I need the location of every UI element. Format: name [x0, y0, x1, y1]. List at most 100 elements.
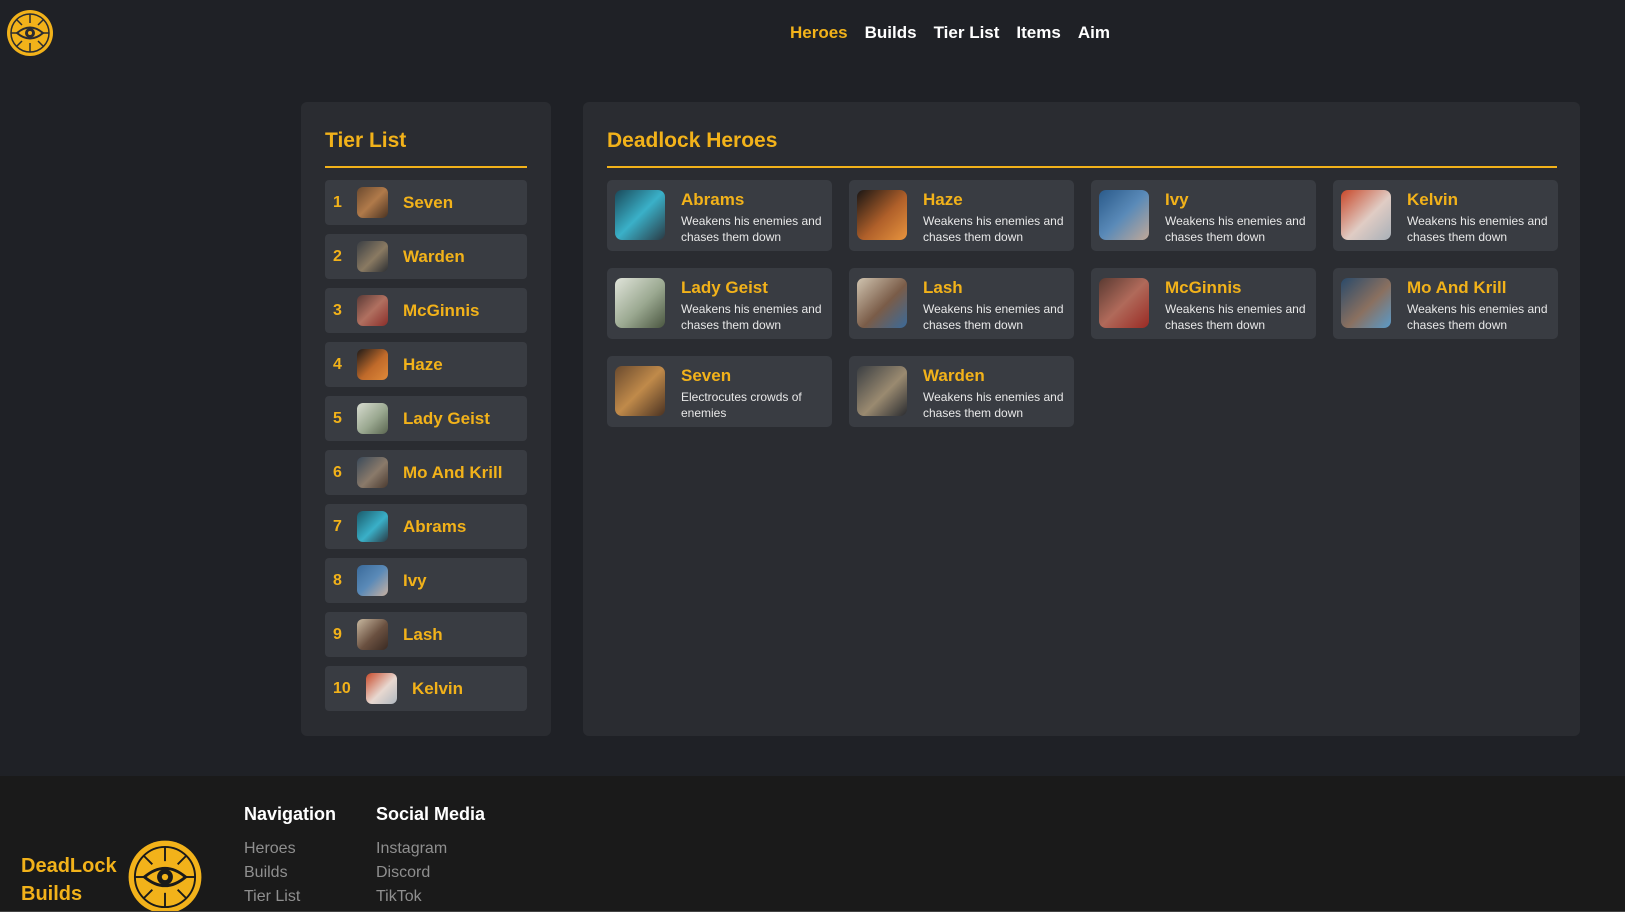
nav-items[interactable]: Items: [1016, 23, 1060, 43]
tier-item[interactable]: 3 McGinnis: [325, 288, 527, 333]
footer-brand: DeadLock Builds: [21, 852, 117, 908]
hero-description: Weakens his enemies and chases them down: [923, 390, 1064, 420]
hero-description: Weakens his enemies and chases them down: [923, 214, 1064, 244]
tier-list-title: Tier List: [325, 129, 407, 152]
footer-link-discord[interactable]: Discord: [376, 861, 485, 885]
hero-name: Ivy: [1165, 190, 1189, 209]
hero-portrait: [615, 278, 665, 328]
hero-card[interactable]: Lash Weakens his enemies and chases them…: [849, 268, 1074, 339]
main-nav: Heroes Builds Tier List Items Aim: [790, 23, 1110, 43]
hero-card[interactable]: Lady Geist Weakens his enemies and chase…: [607, 268, 832, 339]
brand-line-2: Builds: [21, 883, 83, 905]
tier-hero-name: Ivy: [403, 571, 427, 590]
hero-name: Lady Geist: [681, 278, 768, 297]
hero-portrait: [1341, 190, 1391, 240]
hero-avatar: [357, 349, 388, 380]
hero-card[interactable]: McGinnis Weakens his enemies and chases …: [1091, 268, 1316, 339]
hero-avatar: [357, 403, 388, 434]
brand-line-1: DeadLock: [21, 855, 117, 877]
heroes-title: Deadlock Heroes: [607, 129, 778, 152]
tier-rank: 9: [333, 626, 342, 643]
hero-portrait: [615, 366, 665, 416]
footer-link-tiktok[interactable]: TikTok: [376, 885, 485, 909]
tier-item[interactable]: 4 Haze: [325, 342, 527, 387]
divider: [607, 166, 1557, 168]
hero-avatar: [357, 511, 388, 542]
hero-card[interactable]: Ivy Weakens his enemies and chases them …: [1091, 180, 1316, 251]
tier-hero-name: Mo And Krill: [403, 463, 503, 482]
eye-wheel-logo-icon[interactable]: [127, 839, 203, 912]
tier-rank: 4: [333, 356, 342, 373]
tier-item[interactable]: 2 Warden: [325, 234, 527, 279]
tier-item[interactable]: 5 Lady Geist: [325, 396, 527, 441]
tier-rank: 5: [333, 410, 342, 427]
footer-navigation: Navigation Heroes Builds Tier List: [244, 804, 336, 909]
hero-name: Lash: [923, 278, 963, 297]
tier-hero-name: McGinnis: [403, 301, 480, 320]
hero-avatar: [357, 457, 388, 488]
tier-hero-name: Abrams: [403, 517, 467, 536]
hero-description: Weakens his enemies and chases them down: [681, 214, 822, 244]
hero-name: Warden: [923, 366, 985, 385]
footer-social: Social Media Instagram Discord TikTok: [376, 804, 485, 909]
tier-rank: 3: [333, 302, 342, 319]
hero-avatar: [357, 295, 388, 326]
hero-avatar: [357, 619, 388, 650]
hero-avatar: [366, 673, 397, 704]
divider: [325, 166, 527, 168]
footer-social-title: Social Media: [376, 804, 486, 824]
tier-hero-name: Kelvin: [412, 679, 464, 698]
hero-card[interactable]: Abrams Weakens his enemies and chases th…: [607, 180, 832, 251]
hero-description: Weakens his enemies and chases them down: [923, 302, 1064, 332]
hero-description: Electrocutes crowds of enemies: [681, 390, 802, 420]
tier-rank: 7: [333, 518, 342, 535]
nav-builds[interactable]: Builds: [865, 23, 917, 43]
nav-tier-list[interactable]: Tier List: [934, 23, 1000, 43]
tier-item[interactable]: 6 Mo And Krill: [325, 450, 527, 495]
footer-link-builds[interactable]: Builds: [244, 861, 336, 885]
tier-item[interactable]: 9 Lash: [325, 612, 527, 657]
hero-card[interactable]: Warden Weakens his enemies and chases th…: [849, 356, 1074, 427]
hero-description: Weakens his enemies and chases them down: [1165, 214, 1306, 244]
footer-link-tier-list[interactable]: Tier List: [244, 885, 336, 909]
hero-description: Weakens his enemies and chases them down: [681, 302, 822, 332]
hero-description: Weakens his enemies and chases them down: [1407, 302, 1548, 332]
hero-name: Mo And Krill: [1407, 278, 1507, 297]
tier-item[interactable]: 1 Seven: [325, 180, 527, 225]
hero-card[interactable]: Seven Electrocutes crowds of enemies: [607, 356, 832, 427]
tier-item[interactable]: 10 Kelvin: [325, 666, 527, 711]
tier-list: 1 Seven 2 Warden 3 McGinnis 4 Haze 5 Lad…: [325, 180, 527, 720]
tier-rank: 1: [333, 194, 342, 211]
tier-item[interactable]: 7 Abrams: [325, 504, 527, 549]
hero-name: Seven: [681, 366, 732, 385]
hero-avatar: [357, 187, 388, 218]
footer-link-instagram[interactable]: Instagram: [376, 837, 485, 861]
eye-wheel-logo-icon[interactable]: [6, 9, 54, 57]
footer-link-heroes[interactable]: Heroes: [244, 837, 336, 861]
hero-name: McGinnis: [1165, 278, 1242, 297]
tier-hero-name: Seven: [403, 193, 454, 212]
tier-rank: 2: [333, 248, 342, 265]
tier-rank: 10: [333, 680, 351, 697]
tier-item[interactable]: 8 Ivy: [325, 558, 527, 603]
tier-rank: 8: [333, 572, 342, 589]
tier-list-panel: Tier List 1 Seven 2 Warden 3 McGinnis 4 …: [301, 102, 551, 736]
tier-hero-name: Warden: [403, 247, 465, 266]
nav-aim[interactable]: Aim: [1078, 23, 1110, 43]
hero-portrait: [857, 278, 907, 328]
tier-hero-name: Lash: [403, 625, 443, 644]
hero-portrait: [615, 190, 665, 240]
hero-avatar: [357, 565, 388, 596]
hero-card[interactable]: Kelvin Weakens his enemies and chases th…: [1333, 180, 1558, 251]
hero-portrait: [1341, 278, 1391, 328]
hero-name: Haze: [923, 190, 963, 209]
site-header: Heroes Builds Tier List Items Aim: [0, 0, 1625, 70]
tier-hero-name: Haze: [403, 355, 443, 374]
heroes-panel: Deadlock Heroes Abrams Weakens his enemi…: [583, 102, 1580, 736]
nav-heroes[interactable]: Heroes: [790, 23, 848, 43]
hero-card[interactable]: Haze Weakens his enemies and chases them…: [849, 180, 1074, 251]
hero-name: Kelvin: [1407, 190, 1459, 209]
footer-navigation-title: Navigation: [244, 804, 337, 824]
hero-portrait: [857, 366, 907, 416]
hero-card[interactable]: Mo And Krill Weakens his enemies and cha…: [1333, 268, 1558, 339]
